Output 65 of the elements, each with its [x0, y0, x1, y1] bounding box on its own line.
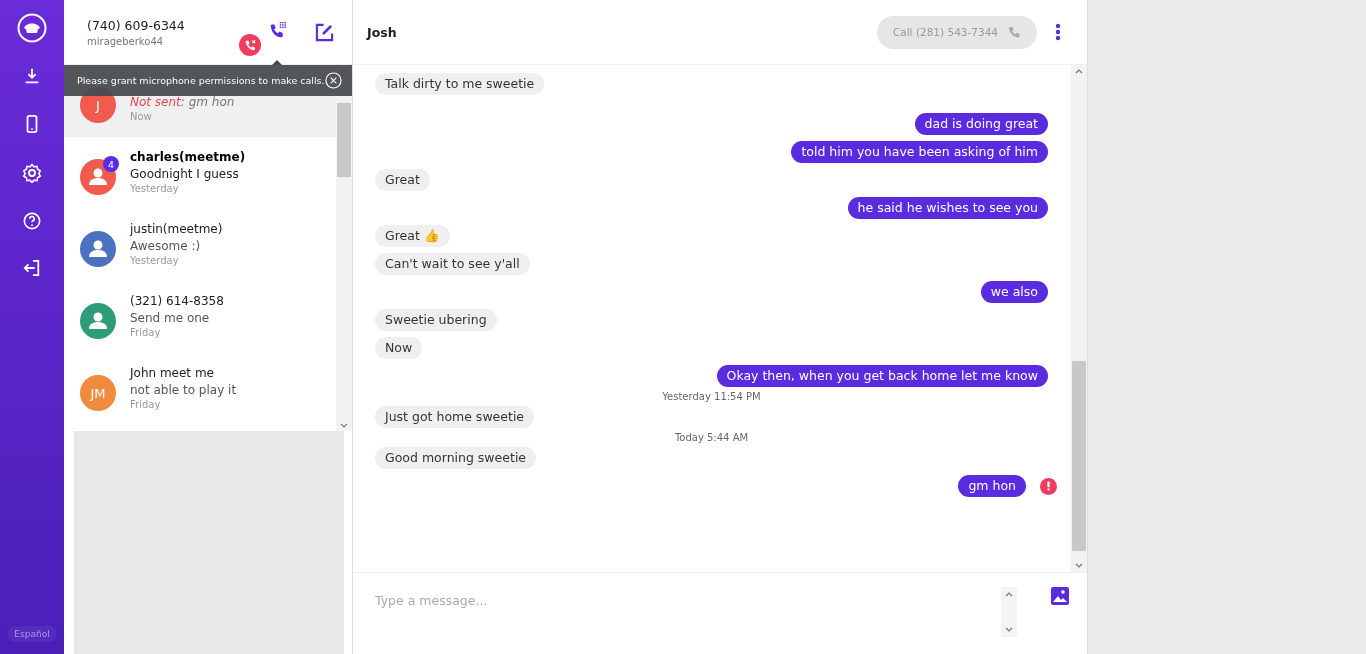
message-time: Yesterday — [130, 183, 180, 194]
message-bubble: Now — [375, 337, 423, 359]
person-icon — [89, 168, 107, 186]
help-icon[interactable] — [23, 212, 41, 230]
contact-name: Josh — [367, 24, 398, 40]
message-preview: Goodnight I guess — [130, 167, 240, 181]
language-link[interactable]: Español — [8, 626, 56, 642]
avatar-initials: J — [96, 97, 100, 113]
message-bubble: Okay then, when you get back home let me know — [716, 365, 1048, 387]
more-icon[interactable] — [1055, 23, 1061, 41]
scroll-up-icon[interactable] — [1075, 69, 1083, 74]
account-username: mirageberko44 — [87, 35, 165, 47]
scroll-thumb[interactable] — [1072, 361, 1086, 551]
settings-icon[interactable] — [22, 163, 42, 183]
logout-icon[interactable] — [23, 259, 41, 277]
message-bubble: Can't wait to see y'all — [375, 253, 530, 275]
conversation-item[interactable]: justin(meetme) Awesome :) Yesterday — [64, 209, 336, 281]
message-bubble: he said he wishes to see you — [847, 197, 1048, 219]
contact-name: (321) 614-8358 — [130, 294, 224, 308]
message-bubble: Good morning sweetie — [375, 447, 537, 469]
message-preview: Awesome :) — [130, 239, 202, 253]
message-time: Friday — [130, 327, 162, 338]
logo-icon[interactable] — [17, 13, 47, 43]
conversation-item[interactable]: JM John meet me not able to play it Friday — [64, 353, 336, 425]
close-icon[interactable] — [325, 72, 342, 89]
message-preview: Not sent: gm hon — [130, 95, 235, 109]
scrollbar[interactable] — [1001, 587, 1017, 637]
message-bubble: Great — [375, 169, 430, 191]
contact-name: justin(meetme) — [130, 222, 223, 236]
person-icon — [89, 312, 107, 330]
scroll-down-icon[interactable] — [1005, 627, 1013, 632]
scrollbar[interactable] — [1071, 65, 1087, 572]
account-number: (740) 609-6344 — [87, 17, 186, 33]
message-bubble: told him you have been asking of him — [791, 141, 1048, 163]
avatar-initials: JM — [90, 385, 106, 401]
timestamp: Yesterday 11:54 PM — [662, 391, 761, 402]
timestamp: Today 5:44 AM — [674, 432, 749, 443]
message-time: Friday — [130, 399, 162, 410]
message-bubble: we also — [980, 281, 1048, 303]
message-preview: not able to play it — [130, 383, 237, 397]
message-time: Now — [130, 111, 153, 122]
contact-name: John meet me — [130, 366, 214, 380]
dialpad-icon[interactable] — [269, 21, 287, 39]
scroll-thumb[interactable] — [337, 103, 351, 177]
message-bubble: Talk dirty to me sweetie — [375, 73, 545, 95]
message-bubble: gm hon — [958, 475, 1026, 497]
message-bubble: Sweetie ubering — [375, 309, 497, 331]
message-bubble: dad is doing great — [914, 113, 1048, 135]
scroll-down-icon[interactable] — [340, 423, 348, 428]
message-time: Yesterday — [130, 255, 180, 266]
contact-name: charles(meetme) — [130, 150, 246, 164]
compose-icon[interactable] — [315, 22, 334, 42]
person-icon — [89, 240, 107, 258]
image-icon[interactable] — [1051, 587, 1069, 605]
conversation-item[interactable]: 4 charles(meetme) Goodnight I guess Yesterday — [64, 137, 336, 209]
phone-icon — [1008, 25, 1021, 39]
message-bubble: Great 👍 — [375, 225, 450, 247]
conversation-item[interactable]: (321) 614-8358 Send me one Friday — [64, 281, 336, 353]
message-bubble: Just got home sweetie — [375, 406, 535, 428]
scroll-up-icon[interactable] — [1005, 592, 1013, 597]
message-preview: Send me one — [130, 311, 211, 325]
scroll-down-icon[interactable] — [1075, 563, 1083, 568]
toast-message: Please grant microphone permissions to make calls. — [77, 75, 325, 86]
unread-badge: 4 — [103, 156, 119, 172]
download-icon[interactable] — [23, 67, 41, 85]
